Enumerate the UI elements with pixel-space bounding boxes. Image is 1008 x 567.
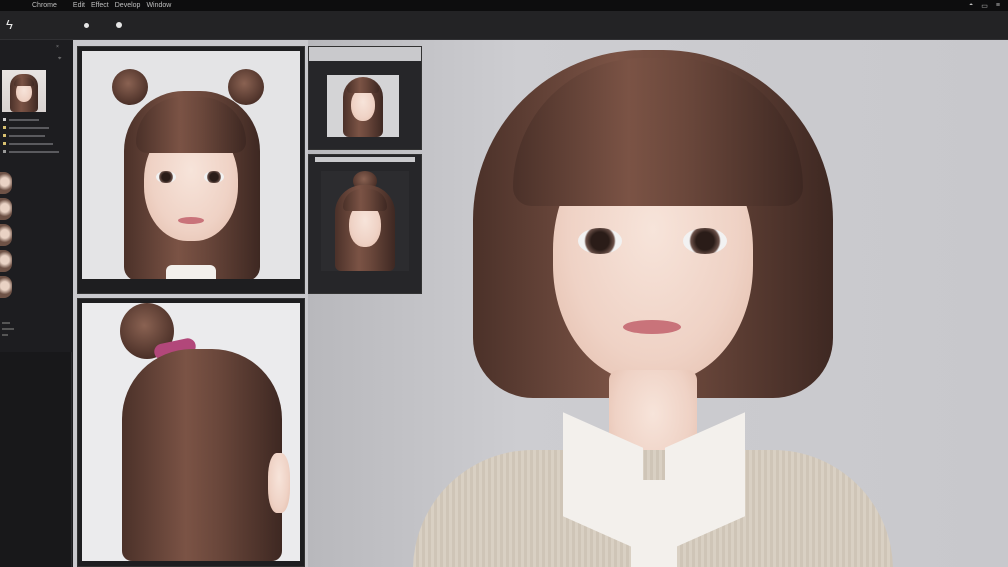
menu-bar: Chrome Edit Effect Develop Window ◓ ▭ ≡ <box>0 0 1008 11</box>
layer-row[interactable] <box>3 150 69 153</box>
small-preview-bottom[interactable] <box>321 171 409 271</box>
layer-row[interactable] <box>3 126 69 129</box>
menu-chrome[interactable]: Chrome <box>32 2 57 9</box>
right-eye <box>683 228 727 254</box>
layer-list <box>3 118 69 158</box>
photo-editor-window: Chrome Edit Effect Develop Window ◓ ▭ ≡ … <box>0 0 1008 567</box>
menu-effect[interactable]: Effect <box>91 2 109 9</box>
image-canvas[interactable] <box>73 40 1008 567</box>
history-thumb[interactable] <box>0 250 12 272</box>
lightning-icon[interactable]: ϟ <box>6 18 20 32</box>
toolbar-dot-large[interactable] <box>116 22 122 28</box>
toolbar-dot-small[interactable] <box>84 23 89 28</box>
back-view-portrait[interactable] <box>82 303 300 561</box>
menu-edit[interactable]: Edit <box>73 2 85 9</box>
history-thumb[interactable] <box>0 224 12 246</box>
back-view-portrait-panel[interactable] <box>77 298 305 567</box>
display-icon[interactable]: ▭ <box>981 2 988 10</box>
history-strip <box>0 172 14 302</box>
sidebar-footer-lines <box>2 322 14 336</box>
close-icon[interactable]: × <box>56 44 59 50</box>
main-bob-portrait[interactable] <box>403 40 963 567</box>
toolbar: ϟ <box>0 11 1008 40</box>
shirt-front <box>631 480 677 567</box>
history-thumb[interactable] <box>0 276 12 298</box>
front-bun-portrait-panel[interactable] <box>77 46 305 294</box>
history-thumb[interactable] <box>0 198 12 220</box>
layer-thumbnail[interactable] <box>2 70 46 112</box>
layer-row[interactable] <box>3 118 69 121</box>
layers-panel: × ⌖ <box>0 40 72 352</box>
left-eye <box>578 228 622 254</box>
menu-icon[interactable]: ≡ <box>996 2 1000 9</box>
menu-window[interactable]: Window <box>146 2 171 9</box>
left-sidebar: × ⌖ <box>0 40 72 567</box>
wifi-icon[interactable]: ◓ <box>969 2 973 9</box>
menu-develop[interactable]: Develop <box>115 2 141 9</box>
lips <box>623 320 681 334</box>
preview-header <box>315 157 415 162</box>
front-bun-portrait[interactable] <box>82 51 300 279</box>
layer-row[interactable] <box>3 142 69 145</box>
pin-icon[interactable]: ⌖ <box>58 56 61 63</box>
history-thumb[interactable] <box>0 172 12 194</box>
layer-row[interactable] <box>3 134 69 137</box>
small-preview-top[interactable] <box>327 75 399 137</box>
